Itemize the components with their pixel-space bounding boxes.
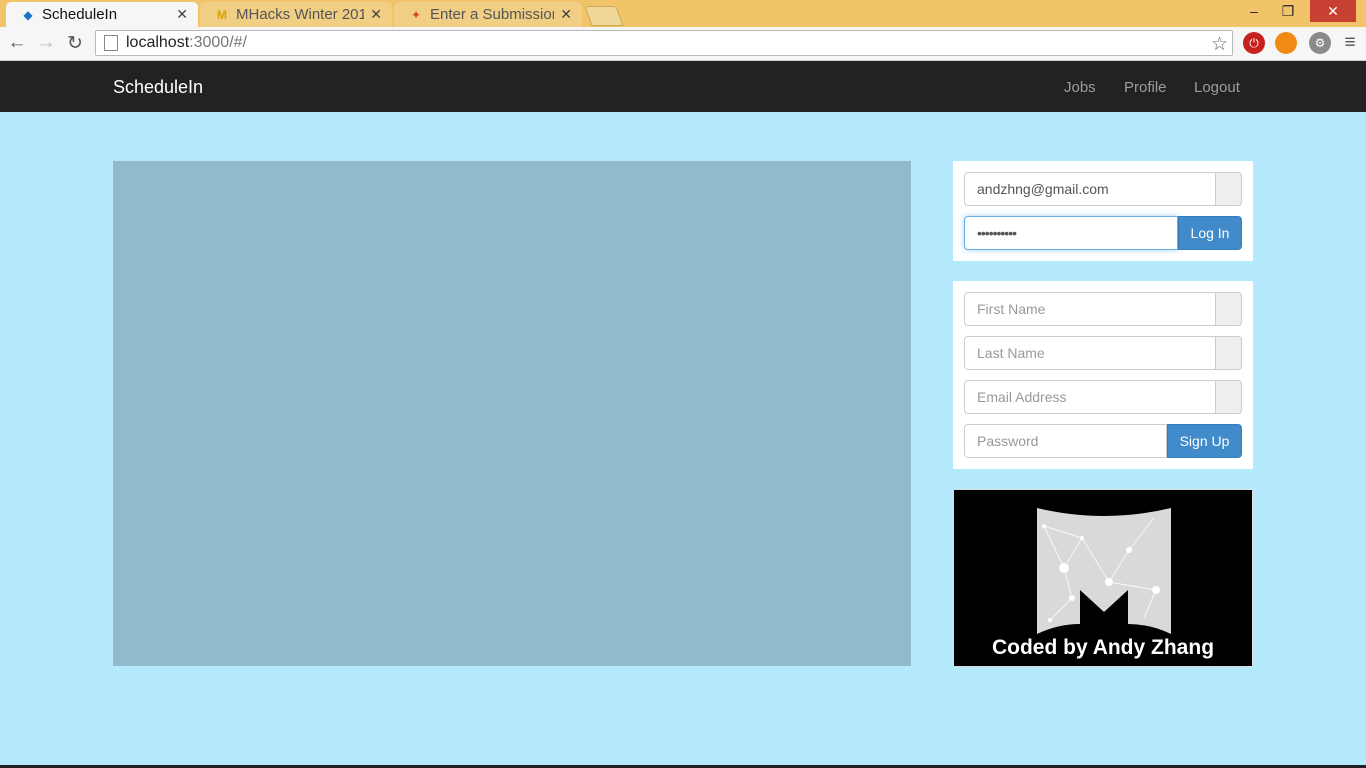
signup-password-group: Password Sign Up [964, 424, 1242, 458]
email-group: Email Address [964, 380, 1242, 414]
maximize-icon: ❐ [1281, 2, 1295, 19]
reload-icon: ↻ [67, 32, 83, 54]
close-icon: ✕ [1327, 2, 1339, 19]
input-addon [1216, 380, 1242, 414]
mhacks-logo-icon: M [217, 7, 227, 22]
forward-button[interactable]: → [34, 31, 58, 55]
mhacks-banner: Coded by Andy Zhang [953, 489, 1253, 667]
new-tab-button[interactable] [584, 6, 624, 26]
reload-button[interactable]: ↻ [63, 31, 87, 55]
nav-link-jobs[interactable]: Jobs [1064, 79, 1096, 96]
forward-arrow-icon: → [36, 32, 56, 53]
login-button[interactable]: Log In [1178, 216, 1242, 250]
close-tab-icon[interactable]: ✕ [176, 6, 188, 23]
minimize-icon: – [1250, 3, 1258, 19]
maximize-button[interactable]: ❐ [1274, 0, 1302, 22]
nav-link-profile[interactable]: Profile [1124, 79, 1167, 96]
close-tab-icon[interactable]: ✕ [370, 6, 382, 23]
back-arrow-icon: ← [7, 32, 27, 53]
signup-panel: First Name Last Name Email Address Passw… [953, 281, 1253, 469]
mhacks-logo-icon [1037, 508, 1171, 634]
page-icon [104, 35, 118, 51]
last-name-group: Last Name [964, 336, 1242, 370]
minimize-button[interactable]: – [1240, 0, 1268, 22]
input-addon [1216, 292, 1242, 326]
login-email-input[interactable]: andzhng@gmail.com [964, 172, 1216, 206]
tab-label: MHacks Winter 2014 [236, 6, 365, 23]
extension-orange-icon[interactable] [1275, 32, 1297, 54]
hero-placeholder [113, 161, 911, 666]
input-addon [1216, 336, 1242, 370]
first-name-input[interactable]: First Name [964, 292, 1216, 326]
signup-button[interactable]: Sign Up [1167, 424, 1242, 458]
browser-tab-submission[interactable]: ✦ Enter a Submission | ✕ [394, 2, 582, 27]
first-name-group: First Name [964, 292, 1242, 326]
last-name-input[interactable]: Last Name [964, 336, 1216, 370]
browser-tab-mhacks[interactable]: M MHacks Winter 2014 ✕ [200, 2, 392, 27]
nav-link-logout[interactable]: Logout [1194, 79, 1240, 96]
login-password-input[interactable]: •••••••••• [964, 216, 1178, 250]
back-button[interactable]: ← [5, 31, 29, 55]
bookmark-star-icon[interactable]: ☆ [1211, 33, 1228, 56]
tab-label: ScheduleIn [42, 6, 118, 23]
window-close-button[interactable]: ✕ [1310, 0, 1356, 22]
browser-tab-strip: ◆ ScheduleIn ✕ M MHacks Winter 2014 ✕ ✦ … [0, 0, 1366, 27]
menu-button[interactable]: ≡ [1338, 31, 1362, 55]
login-password-group: •••••••••• Log In [964, 216, 1242, 250]
address-path: :3000/#/ [189, 34, 247, 51]
extension-gear-off-icon[interactable]: ⚙ [1309, 32, 1331, 54]
login-email-group: andzhng@gmail.com [964, 172, 1242, 206]
close-tab-icon[interactable]: ✕ [560, 6, 572, 23]
input-addon [1216, 172, 1242, 206]
address-host: localhost [126, 34, 190, 51]
hamburger-menu-icon: ≡ [1344, 32, 1356, 53]
extension-power-icon[interactable]: ⏻ [1243, 32, 1265, 54]
app-navbar: ScheduleIn Jobs Profile Logout [0, 61, 1366, 112]
address-bar[interactable]: localhost:3000/#/ ☆ [95, 30, 1233, 56]
pin-icon: ✦ [410, 7, 422, 22]
banner-caption: Coded by Andy Zhang [991, 636, 1215, 659]
tab-label: Enter a Submission | [430, 6, 555, 23]
diamond-arrows-icon: ◆ [23, 7, 33, 22]
signup-password-input[interactable]: Password [964, 424, 1167, 458]
browser-tab-schedulein[interactable]: ◆ ScheduleIn ✕ [6, 2, 198, 27]
login-panel: andzhng@gmail.com •••••••••• Log In [953, 161, 1253, 261]
signup-email-input[interactable]: Email Address [964, 380, 1216, 414]
brand-link[interactable]: ScheduleIn [113, 77, 203, 98]
browser-toolbar: ← → ↻ localhost:3000/#/ ☆ ⏻ ⚙ ≡ [0, 27, 1366, 61]
